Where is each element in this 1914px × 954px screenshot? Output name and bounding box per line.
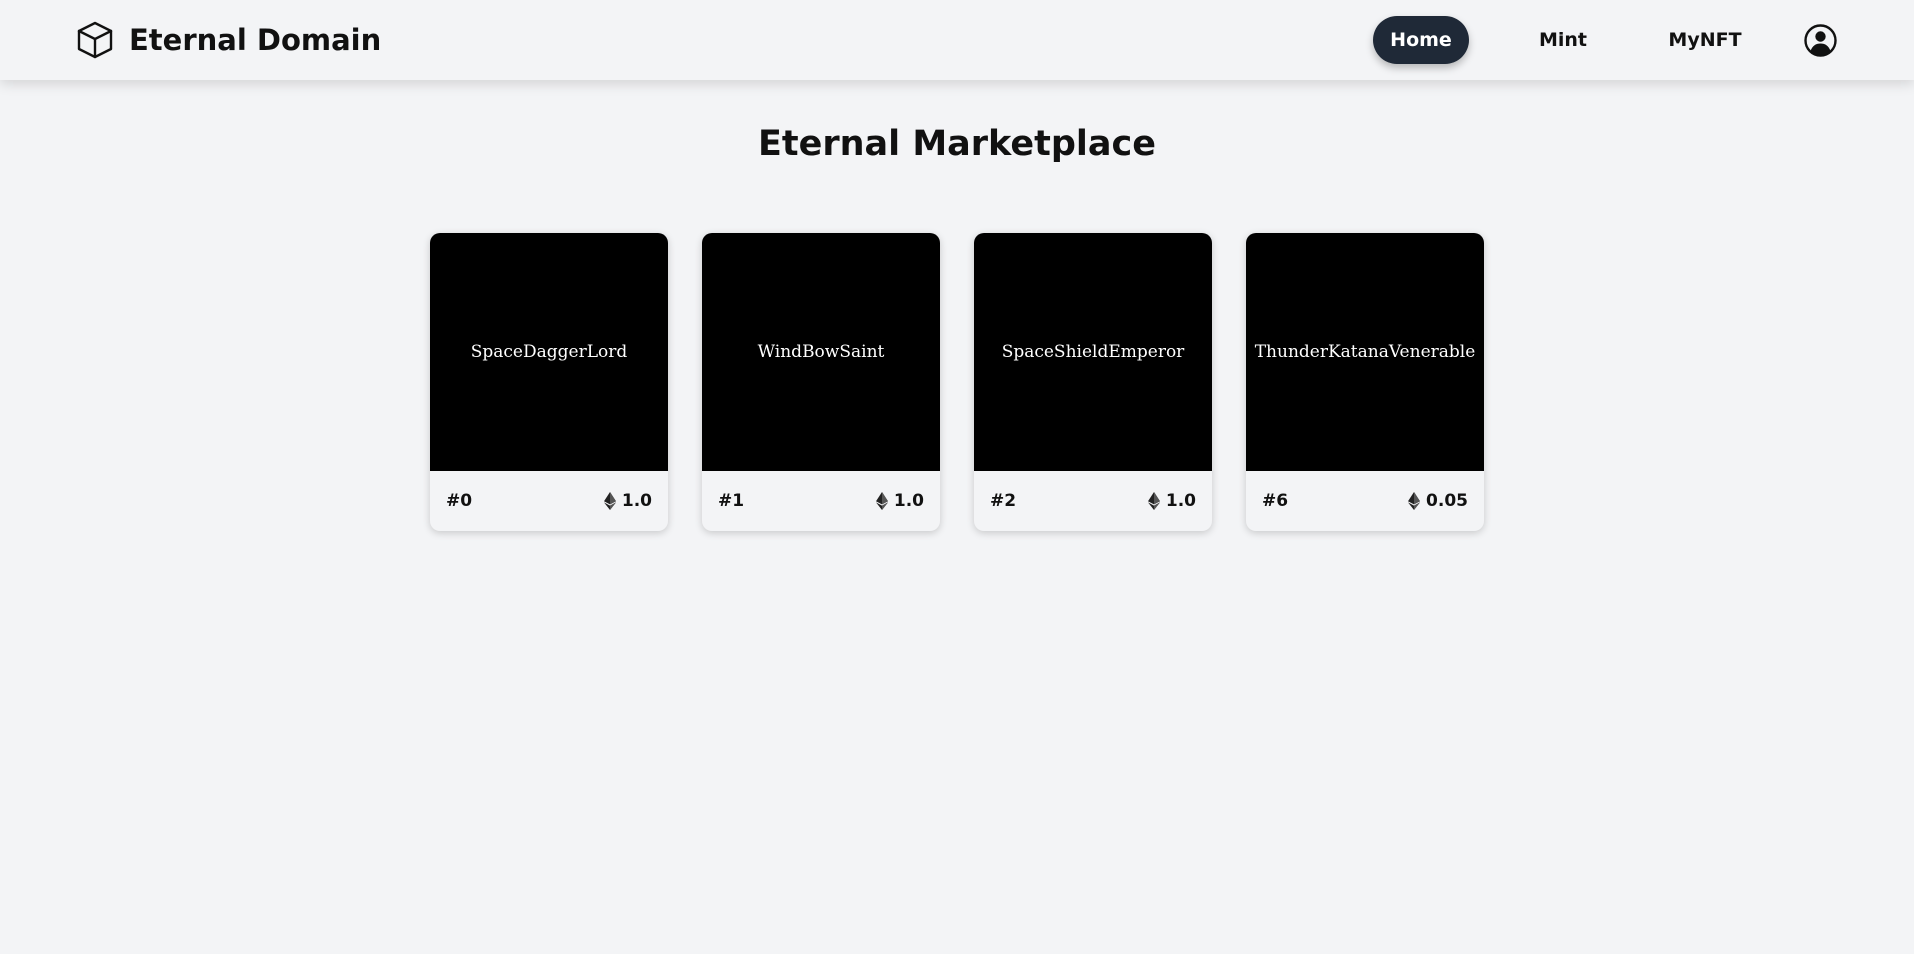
brand[interactable]: Eternal Domain [75,20,381,60]
ethereum-icon [1408,492,1421,510]
nft-price: 1.0 [875,471,924,531]
nav-mynft[interactable]: MyNFT [1641,16,1769,64]
nft-image: ThunderKatanaVenerable [1246,233,1484,471]
price-value: 0.05 [1426,491,1468,511]
nft-name: SpaceDaggerLord [470,342,628,362]
nft-price: 1.0 [1147,471,1196,531]
nft-name: SpaceShieldEmperor [1001,342,1185,362]
nft-price: 0.05 [1408,471,1468,531]
nft-id: #0 [446,491,473,511]
nft-image: WindBowSaint [702,233,940,471]
nft-id: #2 [990,491,1017,511]
nft-name: WindBowSaint [757,342,885,362]
page-title: Eternal Marketplace [757,124,1157,164]
ethereum-icon [603,492,616,510]
nft-id: #6 [1262,491,1289,511]
user-circle-icon[interactable] [1804,24,1837,57]
nft-name: ThunderKatanaVenerable [1254,342,1476,362]
nft-price: 1.0 [603,471,652,531]
ethereum-icon [1147,492,1160,510]
nft-card[interactable]: WindBowSaint #1 1.0 [702,233,940,531]
nft-image: SpaceShieldEmperor [974,233,1212,471]
nft-card[interactable]: SpaceDaggerLord #0 1.0 [430,233,668,531]
nft-card-footer: #6 0.05 [1246,471,1484,531]
nav-home[interactable]: Home [1373,16,1469,64]
nft-image: SpaceDaggerLord [430,233,668,471]
brand-title: Eternal Domain [129,23,382,57]
nft-card[interactable]: SpaceShieldEmperor #2 1.0 [974,233,1212,531]
nft-card-footer: #2 1.0 [974,471,1212,531]
top-navbar: Eternal Domain Home Mint MyNFT [0,0,1914,80]
nav-mint[interactable]: Mint [1515,16,1611,64]
nft-card[interactable]: ThunderKatanaVenerable #6 0.05 [1246,233,1484,531]
cube-icon [77,21,113,59]
nft-card-footer: #1 1.0 [702,471,940,531]
price-value: 1.0 [893,491,924,511]
price-value: 1.0 [1165,491,1196,511]
price-value: 1.0 [621,491,652,511]
nft-card-footer: #0 1.0 [430,471,668,531]
ethereum-icon [875,492,888,510]
nft-id: #1 [718,491,745,511]
